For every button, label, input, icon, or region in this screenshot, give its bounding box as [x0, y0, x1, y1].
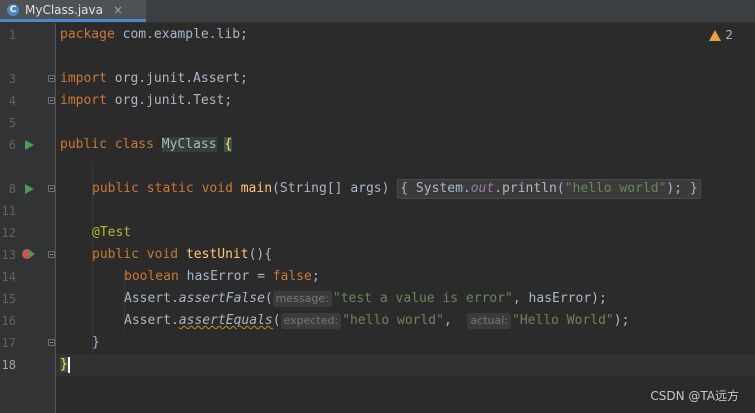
- line-number: 18: [1, 358, 16, 372]
- fold-icon[interactable]: [48, 185, 55, 192]
- code-line-15: Assert.assertFalse(message: "test a value…: [124, 291, 607, 307]
- line-number: 14: [1, 270, 16, 284]
- fold-icon[interactable]: [48, 251, 55, 258]
- close-icon[interactable]: ×: [113, 3, 123, 17]
- code-line-8: public static void main(String[] args) {…: [92, 178, 701, 200]
- code-line-17: }: [92, 335, 100, 350]
- code-line-6: public class MyClass {: [60, 137, 233, 152]
- watermark: CSDN @TA远方: [650, 389, 739, 403]
- run-class-icon[interactable]: [25, 140, 34, 150]
- fold-icon[interactable]: [48, 75, 55, 82]
- fold-icon[interactable]: [48, 339, 55, 346]
- line-number: 3: [8, 72, 16, 86]
- code-line-16: Assert.assertEquals(expected: "hello worl…: [124, 313, 630, 329]
- text-caret: [67, 356, 70, 373]
- line-number: 5: [8, 116, 16, 130]
- folded-region[interactable]: { System.out.println("hello world"); }: [397, 179, 701, 199]
- line-number: 11: [1, 204, 16, 218]
- code-line-14: boolean hasError = false;: [124, 269, 320, 284]
- current-line-highlight: [56, 354, 755, 376]
- line-number: 12: [1, 226, 16, 240]
- line-number: 13: [1, 248, 16, 262]
- tab-myclass-java[interactable]: C MyClass.java ×: [0, 0, 146, 22]
- java-class-icon: C: [7, 3, 19, 16]
- code-line-3: import org.junit.Assert;: [60, 71, 248, 86]
- parameter-hint: actual:: [467, 313, 512, 329]
- line-number: 4: [8, 94, 16, 108]
- code-line-18: }: [60, 356, 70, 373]
- line-number: 8: [8, 182, 16, 196]
- code-line-12: @Test: [92, 225, 132, 240]
- line-number: 17: [1, 336, 16, 350]
- code-editor[interactable]: package com.example.lib; import org.juni…: [56, 23, 755, 413]
- parameter-hint: message:: [272, 291, 332, 307]
- parameter-hint: expected:: [280, 313, 342, 329]
- line-number: 15: [1, 292, 16, 306]
- line-number: 16: [1, 314, 16, 328]
- line-number: 6: [8, 138, 16, 152]
- code-line-13: public void testUnit(){: [92, 247, 273, 262]
- inspection-widget[interactable]: 2: [709, 28, 733, 42]
- code-line-1: package com.example.lib;: [60, 27, 248, 42]
- warning-icon: [709, 29, 722, 41]
- fold-icon[interactable]: [48, 97, 55, 104]
- editor-gutter: 1 3 4 5 6 8 11 12 13 14 15 16 17 18: [0, 23, 56, 413]
- editor-tab-bar: C MyClass.java ×: [0, 0, 755, 23]
- run-main-icon[interactable]: [25, 184, 34, 194]
- code-line-4: import org.junit.Test;: [60, 93, 233, 108]
- line-number: 1: [8, 28, 16, 42]
- warning-count: 2: [725, 28, 733, 42]
- tab-label: MyClass.java: [25, 2, 103, 17]
- run-test-icon[interactable]: [29, 250, 35, 258]
